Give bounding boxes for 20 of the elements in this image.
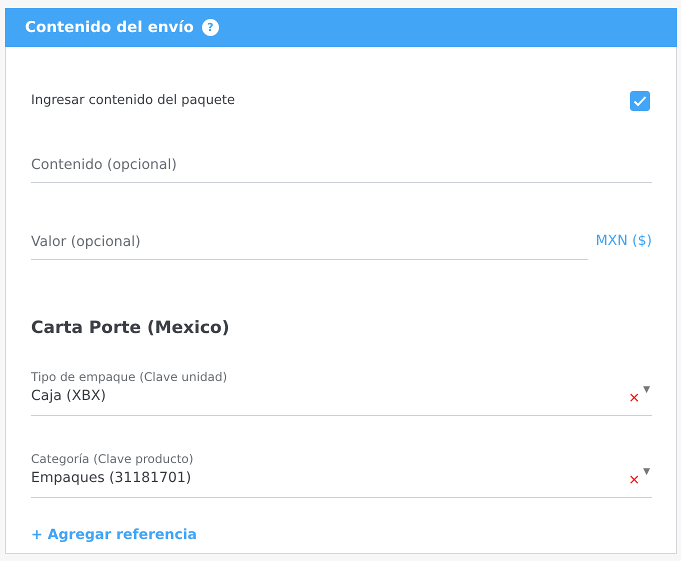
panel-title: Contenido del envío	[25, 17, 194, 38]
select-value: Empaques (31181701)	[31, 468, 192, 488]
select-value: Caja (XBX)	[31, 386, 107, 406]
select-field[interactable]: Tipo de empaque (Clave unidad) Caja (XBX) × ▼	[31, 368, 652, 416]
clear-icon[interactable]: ×	[628, 390, 640, 404]
checkbox-label: Ingresar contenido del paquete	[31, 92, 236, 110]
checkmark-icon	[633, 95, 647, 107]
select-field[interactable]: Categoría (Clave producto) Empaques (31181701) × ▼	[31, 450, 652, 498]
caret-icon[interactable]: ▼	[643, 386, 650, 394]
select-label: Categoría (Clave producto)	[31, 450, 194, 468]
checkbox[interactable]	[630, 91, 650, 111]
caret-icon[interactable]: ▼	[643, 468, 650, 476]
currency-label: MXN ($)	[596, 232, 652, 251]
select-label: Tipo de empaque (Clave unidad)	[31, 368, 228, 386]
help-icon[interactable]: ?	[202, 19, 219, 36]
section-title: Carta Porte (Mexico)	[31, 317, 230, 340]
clear-icon[interactable]: ×	[628, 472, 640, 486]
input-field[interactable]: Contenido (opcional)	[31, 155, 652, 183]
input-field[interactable]: Valor (opcional)	[31, 232, 588, 260]
add-reference-link[interactable]: + Agregar referencia	[31, 526, 198, 542]
